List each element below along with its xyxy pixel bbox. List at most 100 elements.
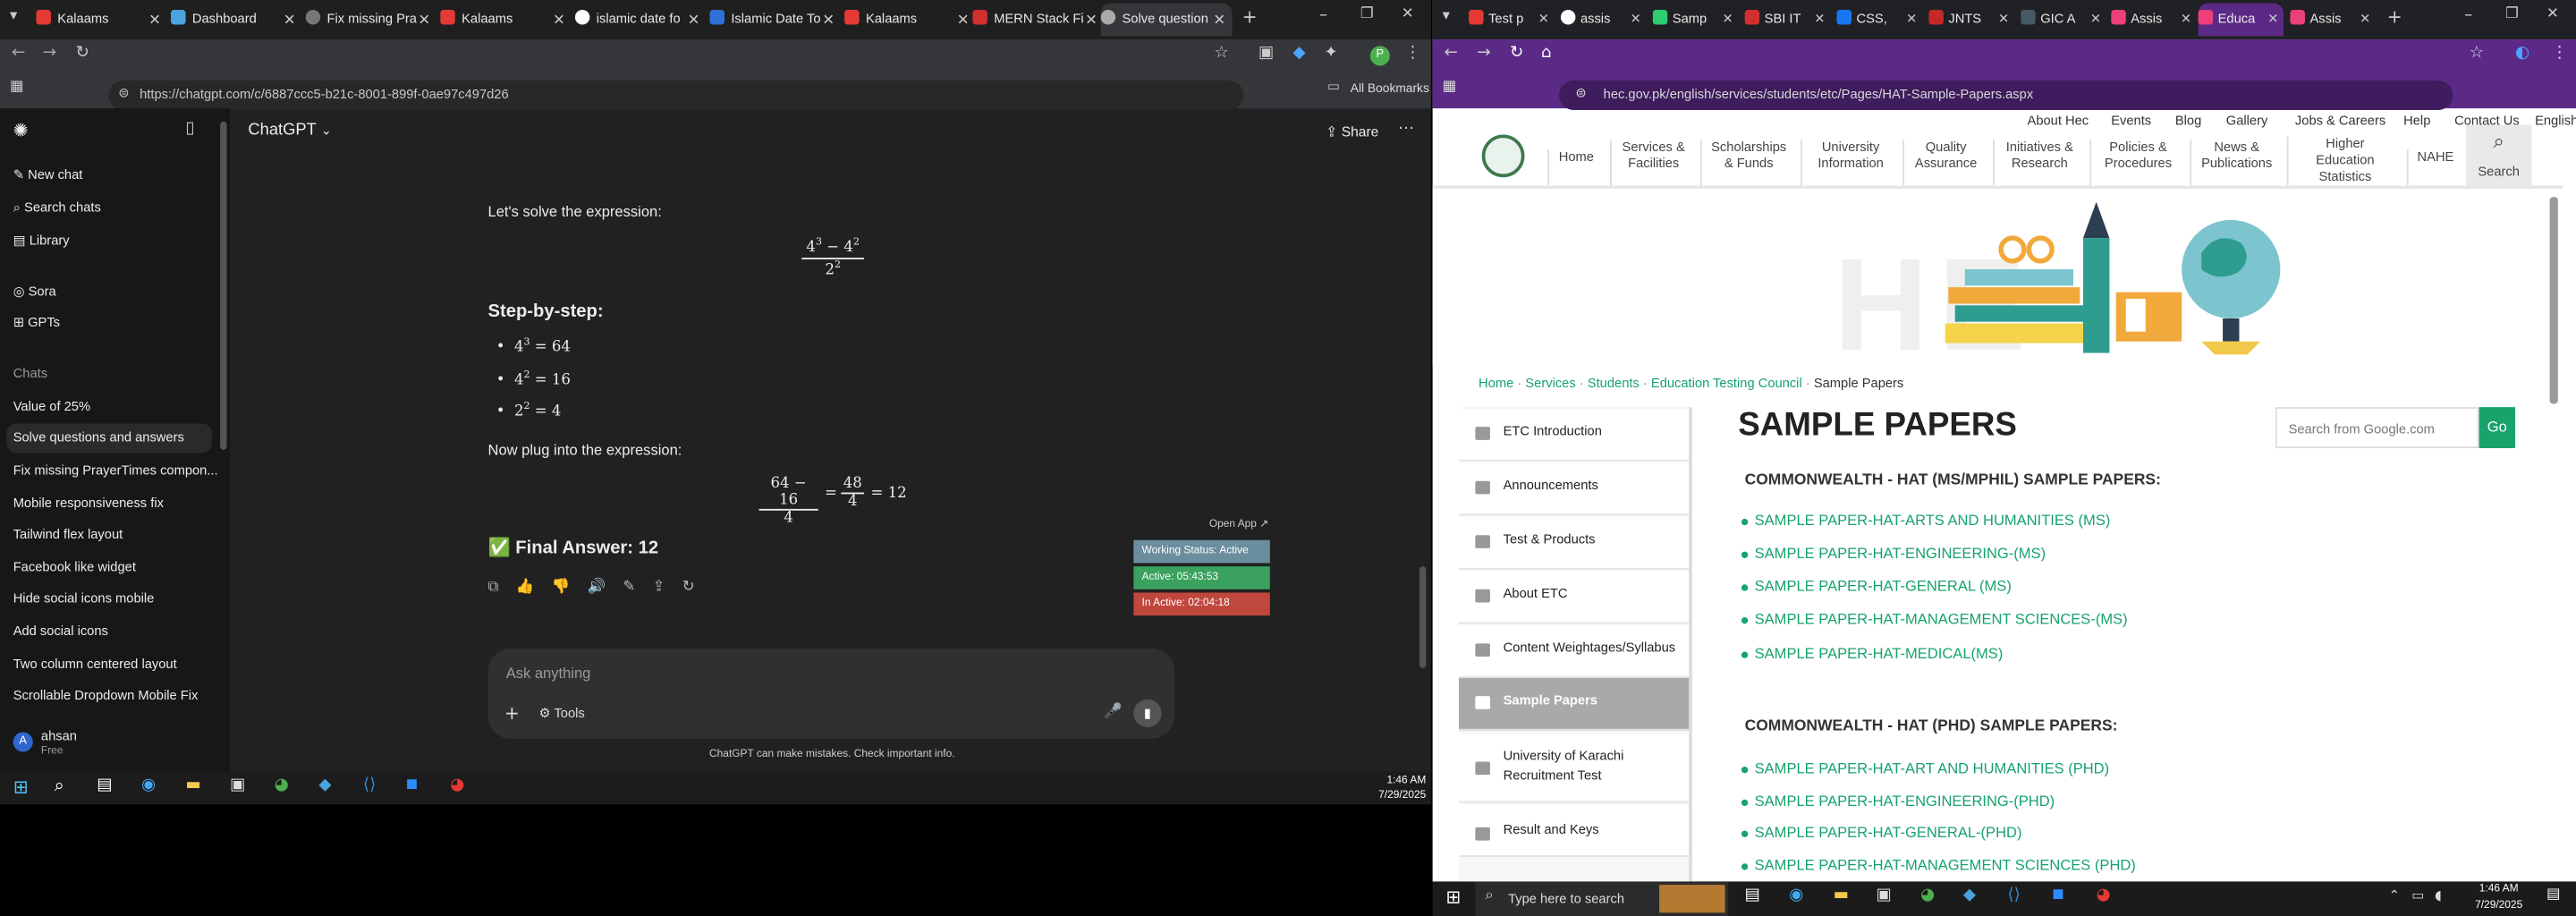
sidebar-test-products[interactable]: Test & Products	[1459, 517, 1690, 570]
site-info-icon[interactable]: ⊜	[1575, 85, 1586, 100]
store-icon[interactable]: ▣	[230, 776, 245, 794]
left-tab[interactable]: Kalaams ✕	[844, 4, 976, 37]
sidebar-about-etc[interactable]: About ETC	[1459, 571, 1690, 624]
sidebar-announcements[interactable]: Announcements	[1459, 462, 1690, 516]
nav-quality[interactable]: Quality Assurance	[1902, 139, 1988, 186]
sample-paper-link[interactable]: SAMPLE PAPER-HAT-MANAGEMENT SCIENCES (PH…	[1755, 857, 2136, 873]
right-tab[interactable]: Samp ✕	[1652, 4, 1739, 37]
tray-chevron-icon[interactable]: ⌃	[2389, 888, 2400, 903]
maximize-icon[interactable]: ❐	[1360, 6, 1374, 22]
vscode-icon[interactable]: ⟨⟩	[2007, 886, 2020, 904]
chat-history-item[interactable]: Mobile responsiveness fix	[13, 496, 164, 511]
add-icon[interactable]: +	[504, 702, 520, 724]
left-tab[interactable]: Kalaams ✕	[440, 4, 572, 37]
nav-scholarships[interactable]: Scholarships & Funds	[1700, 139, 1796, 186]
network-icon[interactable]: ▭	[2411, 888, 2424, 903]
sidebar-etc-intro[interactable]: ETC Introduction	[1459, 408, 1690, 462]
chat-history-item[interactable]: Scrollable Dropdown Mobile Fix	[13, 688, 199, 703]
menu-kebab-icon[interactable]: ⋮	[2551, 45, 2567, 63]
taskbar-date[interactable]: 7/29/2025	[2464, 900, 2533, 912]
sample-paper-link[interactable]: SAMPLE PAPER-HAT-ARTS AND HUMANITIES (MS…	[1755, 513, 2111, 529]
left-address-bar[interactable]: ⊜ https://chatgpt.com/c/6887ccc5-b21c-80…	[108, 80, 1244, 110]
right-tab[interactable]: SBI IT ✕	[1744, 4, 1831, 37]
hec-logo[interactable]	[1481, 134, 1525, 178]
sample-paper-link[interactable]: SAMPLE PAPER-HAT-MANAGEMENT SCIENCES-(MS…	[1755, 611, 2128, 627]
extension-icon[interactable]: ▣	[1258, 45, 1274, 63]
site-info-icon[interactable]: ⊜	[118, 85, 129, 100]
notification-icon[interactable]: ▤	[2546, 886, 2561, 903]
windows-start-icon[interactable]: ⊞	[13, 776, 29, 798]
sidebar-item-library[interactable]: ▤ Library	[13, 233, 70, 249]
right-address-bar[interactable]: ⊜ hec.gov.pk/english/services/students/e…	[1559, 80, 2453, 110]
chat-history-item-active[interactable]: Solve questions and answers	[6, 423, 212, 454]
sample-paper-link[interactable]: SAMPLE PAPER-HAT-MEDICAL(MS)	[1755, 645, 2004, 661]
left-tab[interactable]: islamic date fo ✕	[574, 4, 707, 37]
edit-icon[interactable]: ✎	[623, 580, 635, 596]
sample-paper-link[interactable]: SAMPLE PAPER-HAT-ENGINEERING-(PHD)	[1755, 793, 2055, 809]
chat-history-item[interactable]: Tailwind flex layout	[13, 527, 123, 542]
taskbar-date[interactable]: 7/29/2025	[1357, 790, 1426, 802]
volume-icon[interactable]: ◖	[2435, 888, 2442, 903]
top-link-about[interactable]: About Hec	[2028, 114, 2089, 129]
top-link-jobs[interactable]: Jobs & Careers	[2295, 114, 2385, 129]
tools-button[interactable]: ⚙ Tools	[538, 706, 584, 721]
edge-icon[interactable]: ◉	[141, 776, 156, 794]
right-tab[interactable]: CSS, ✕	[1836, 4, 1922, 37]
top-link-events[interactable]: Events	[2111, 114, 2151, 129]
nav-statistics[interactable]: Higher Education Statistics	[2286, 136, 2402, 186]
vscode-alt-icon[interactable]: ◆	[318, 776, 331, 794]
chat-history-item[interactable]: Two column centered layout	[13, 657, 177, 672]
nav-home[interactable]: Home	[1547, 148, 1603, 186]
right-tab-active[interactable]: Educa ✕	[2198, 3, 2284, 37]
sidebar-item-new-chat[interactable]: ✎ New chat	[13, 167, 83, 182]
sample-paper-link[interactable]: SAMPLE PAPER-HAT-GENERAL-(PHD)	[1755, 824, 2022, 840]
all-bookmarks-label[interactable]: All Bookmarks	[1351, 81, 1429, 96]
copy-icon[interactable]: ⧉	[488, 580, 499, 596]
profile-icon[interactable]: ◐	[2515, 45, 2529, 63]
chat-history-item[interactable]: Add social icons	[13, 623, 108, 639]
left-tab[interactable]: Kalaams ✕	[36, 4, 167, 37]
bookmark-star-icon[interactable]: ☆	[1214, 45, 1228, 63]
page-scrollbar[interactable]	[2549, 197, 2558, 404]
chat-history-item[interactable]: Facebook like widget	[13, 560, 136, 575]
close-icon[interactable]: ✕	[1402, 6, 1414, 22]
sidebar-item-search-chats[interactable]: ⌕ Search chats	[13, 200, 101, 216]
nav-initiatives[interactable]: Initiatives & Research	[1992, 139, 2085, 186]
vscode-icon[interactable]: ⟨⟩	[363, 776, 376, 794]
top-link-help[interactable]: Help	[2403, 114, 2430, 129]
minimize-icon[interactable]: –	[2464, 6, 2472, 24]
nav-nahe[interactable]: NAHE	[2406, 148, 2462, 186]
chrome-icon[interactable]: ◕	[1920, 886, 1935, 904]
open-app-link[interactable]: Open App ↗	[1209, 517, 1268, 530]
sidebar-content-weightages[interactable]: Content Weightages/Syllabus	[1459, 625, 1690, 678]
extensions-puzzle-icon[interactable]: ✦	[1324, 45, 1337, 63]
new-tab-icon[interactable]: +	[2387, 6, 2402, 28]
left-tab[interactable]: Fix missing Pra ✕	[305, 4, 437, 37]
taskbar-search-box[interactable]: ⌕ Type here to search	[1475, 881, 1729, 916]
nav-services[interactable]: Services & Facilities	[1610, 139, 1696, 186]
maximize-icon[interactable]: ❐	[2505, 6, 2519, 22]
breadcrumb-etc[interactable]: Education Testing Council	[1651, 376, 1802, 391]
share-icon[interactable]: ⇪	[653, 580, 665, 596]
left-tab[interactable]: Dashboard ✕	[171, 4, 302, 37]
zoom-icon[interactable]: ◼	[2052, 886, 2064, 903]
sample-paper-link[interactable]: SAMPLE PAPER-HAT-GENERAL (MS)	[1755, 578, 2012, 594]
tab-search-icon[interactable]: ▾	[1443, 8, 1450, 24]
file-explorer-icon[interactable]: ▬	[186, 776, 201, 794]
minimize-icon[interactable]: –	[1319, 6, 1327, 24]
extension-icon[interactable]: ◆	[1293, 45, 1306, 63]
sample-paper-link[interactable]: SAMPLE PAPER-HAT-ENGINEERING-(MS)	[1755, 545, 2046, 561]
regenerate-icon[interactable]: ↻	[682, 580, 695, 596]
chat-history-item[interactable]: Hide social icons mobile	[13, 591, 155, 606]
top-link-language[interactable]: English	[2535, 114, 2576, 129]
breadcrumb-home[interactable]: Home	[1479, 376, 1513, 391]
breadcrumb-services[interactable]: Services	[1525, 376, 1575, 391]
nav-news[interactable]: News & Publications	[2190, 139, 2282, 186]
model-selector[interactable]: ChatGPT ⌄	[248, 122, 332, 140]
back-icon[interactable]: ←	[12, 45, 25, 63]
google-search-go-button[interactable]: Go	[2479, 407, 2516, 448]
left-tab[interactable]: MERN Stack Fi ✕	[972, 4, 1104, 37]
reload-icon[interactable]: ↻	[75, 45, 89, 63]
new-tab-icon[interactable]: +	[1242, 6, 1258, 28]
back-icon[interactable]: ←	[1444, 45, 1457, 63]
